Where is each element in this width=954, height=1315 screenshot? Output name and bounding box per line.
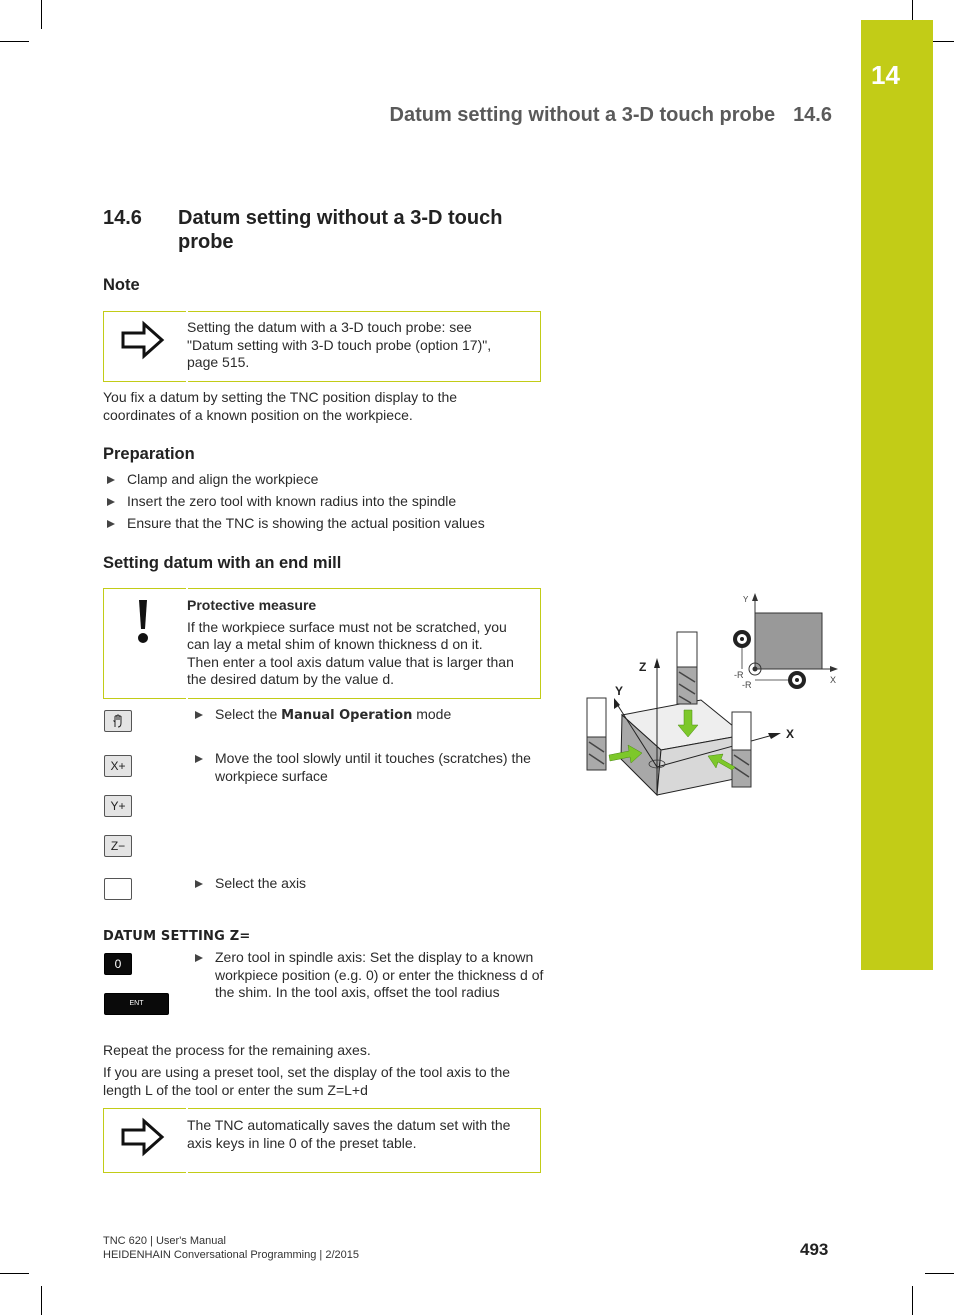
cutter-icon: [733, 630, 751, 648]
text-line: page 515.: [187, 354, 250, 370]
text-line: can lay a metal shim of known thickness …: [187, 636, 483, 652]
final-note-box: The TNC automatically saves the datum se…: [103, 1107, 541, 1174]
crop-mark: [41, 0, 42, 29]
arrow-right-icon: [121, 1117, 165, 1157]
hand-icon: [113, 714, 122, 728]
chapter-tab: [861, 20, 933, 970]
crop-mark: [925, 1273, 954, 1274]
note-heading: Note: [103, 276, 140, 294]
text-line: Then enter a tool axis datum value that …: [187, 653, 514, 670]
running-header: Datum setting without a 3-D touch probe 1…: [390, 104, 832, 127]
bullet-icon: [195, 711, 203, 719]
text-line: axis keys in line 0 of the preset table.: [187, 1134, 417, 1151]
ent-key: ENT: [104, 993, 169, 1015]
bullet-icon: [195, 880, 203, 888]
end-mill-tool: [731, 711, 752, 788]
step-text: Select the axis: [215, 875, 307, 891]
end-mill-tool: [586, 697, 607, 771]
bullet-icon: [107, 520, 115, 528]
crop-mark: [0, 41, 29, 42]
warning-title: Protective measure: [187, 597, 317, 613]
step-text: Move the tool slowly until it touches (s…: [215, 750, 531, 784]
text-line: the desired datum by the value d.: [187, 671, 395, 687]
arrow-right-icon: [121, 320, 165, 360]
running-header-title: Datum setting without a 3-D touch probe: [389, 104, 776, 126]
bullet-icon: [107, 498, 115, 506]
y-label: Y: [615, 684, 623, 698]
step-text: Select the Manual Operation mode: [215, 706, 545, 725]
crop-mark: [912, 1286, 913, 1315]
crop-mark: [0, 1273, 29, 1274]
footer-line: HEIDENHAIN Conversational Programming | …: [103, 1249, 359, 1261]
step-text-pre: Select the: [215, 706, 282, 722]
note-box: Setting the datum with a 3-D touch probe…: [103, 310, 541, 383]
page-number: 493: [800, 1240, 829, 1259]
text-line: The TNC automatically saves the datum se…: [187, 1117, 511, 1133]
axis-key: [104, 878, 132, 900]
list-item-text: Insert the zero tool with known radius i…: [127, 493, 457, 509]
step-text-bold: Manual Operation: [281, 708, 413, 723]
list-item-text: Clamp and align the workpiece: [127, 471, 319, 487]
y-plus-key: Y+: [104, 795, 132, 817]
inset-x-label: X: [830, 675, 836, 685]
preset-paragraph: If you are using a preset tool, set the …: [103, 1064, 511, 1098]
datum-setting-figure: Y X -R -R Z Y X: [586, 593, 838, 797]
inset-r-label: -R: [742, 680, 752, 690]
preparation-heading: Preparation: [103, 445, 195, 463]
note-paragraph: You fix a datum by setting the TNC posit…: [103, 389, 458, 423]
z-label: Z: [639, 660, 646, 674]
text-line: If the workpiece surface must not be scr…: [187, 618, 507, 635]
zero-key: 0: [104, 953, 132, 975]
text-line: "Datum setting with 3-D touch probe (opt…: [187, 336, 492, 353]
footer: TNC 620 | User's Manual HEIDENHAIN Conve…: [103, 1234, 359, 1262]
warning-text: Protective measure If the workpiece surf…: [187, 597, 514, 689]
bullet-icon: [195, 954, 203, 962]
bullet-icon: [107, 476, 115, 484]
repeat-paragraph: Repeat the process for the remaining axe…: [103, 1042, 371, 1058]
footer-line: TNC 620 | User's Manual: [103, 1235, 226, 1247]
end-mill-heading: Setting datum with an end mill: [103, 554, 342, 572]
list-item-text: Ensure that the TNC is showing the actua…: [127, 515, 485, 531]
x-plus-key: X+: [104, 755, 132, 777]
note-box-text: Setting the datum with a 3-D touch probe…: [187, 319, 491, 372]
crop-mark: [933, 41, 954, 42]
cutter-icon: [788, 671, 806, 689]
warning-box: Protective measure If the workpiece surf…: [103, 587, 541, 700]
softkey-label: DATUM SETTING Z=: [103, 929, 251, 944]
step-text: Zero tool in spindle axis: Set the displ…: [215, 949, 544, 1000]
manual-operation-key: [104, 710, 132, 732]
chapter-number: 14: [871, 60, 900, 90]
final-note-text: The TNC automatically saves the datum se…: [187, 1117, 510, 1152]
crop-mark: [41, 1286, 42, 1315]
bullet-icon: [195, 755, 203, 763]
running-header-section: 14.6: [793, 104, 832, 126]
inset-r-label: -R: [734, 670, 744, 680]
z-minus-key: Z−: [104, 835, 132, 857]
crop-mark: [912, 0, 913, 20]
inset-x-arrow-icon: [830, 666, 838, 672]
inset-y-arrow-icon: [752, 593, 758, 601]
step-text-post: mode: [412, 706, 452, 722]
x-label: X: [786, 727, 794, 741]
inset-y-label: Y: [743, 595, 749, 604]
end-mill-tool: [676, 631, 698, 705]
section-title: Datum setting without a 3-D touch probe: [178, 207, 503, 253]
text-line: Setting the datum with a 3-D touch probe…: [187, 319, 472, 335]
inset-workpiece: [754, 612, 823, 670]
exclamation-icon: [138, 600, 148, 643]
section-number: 14.6: [103, 207, 142, 229]
